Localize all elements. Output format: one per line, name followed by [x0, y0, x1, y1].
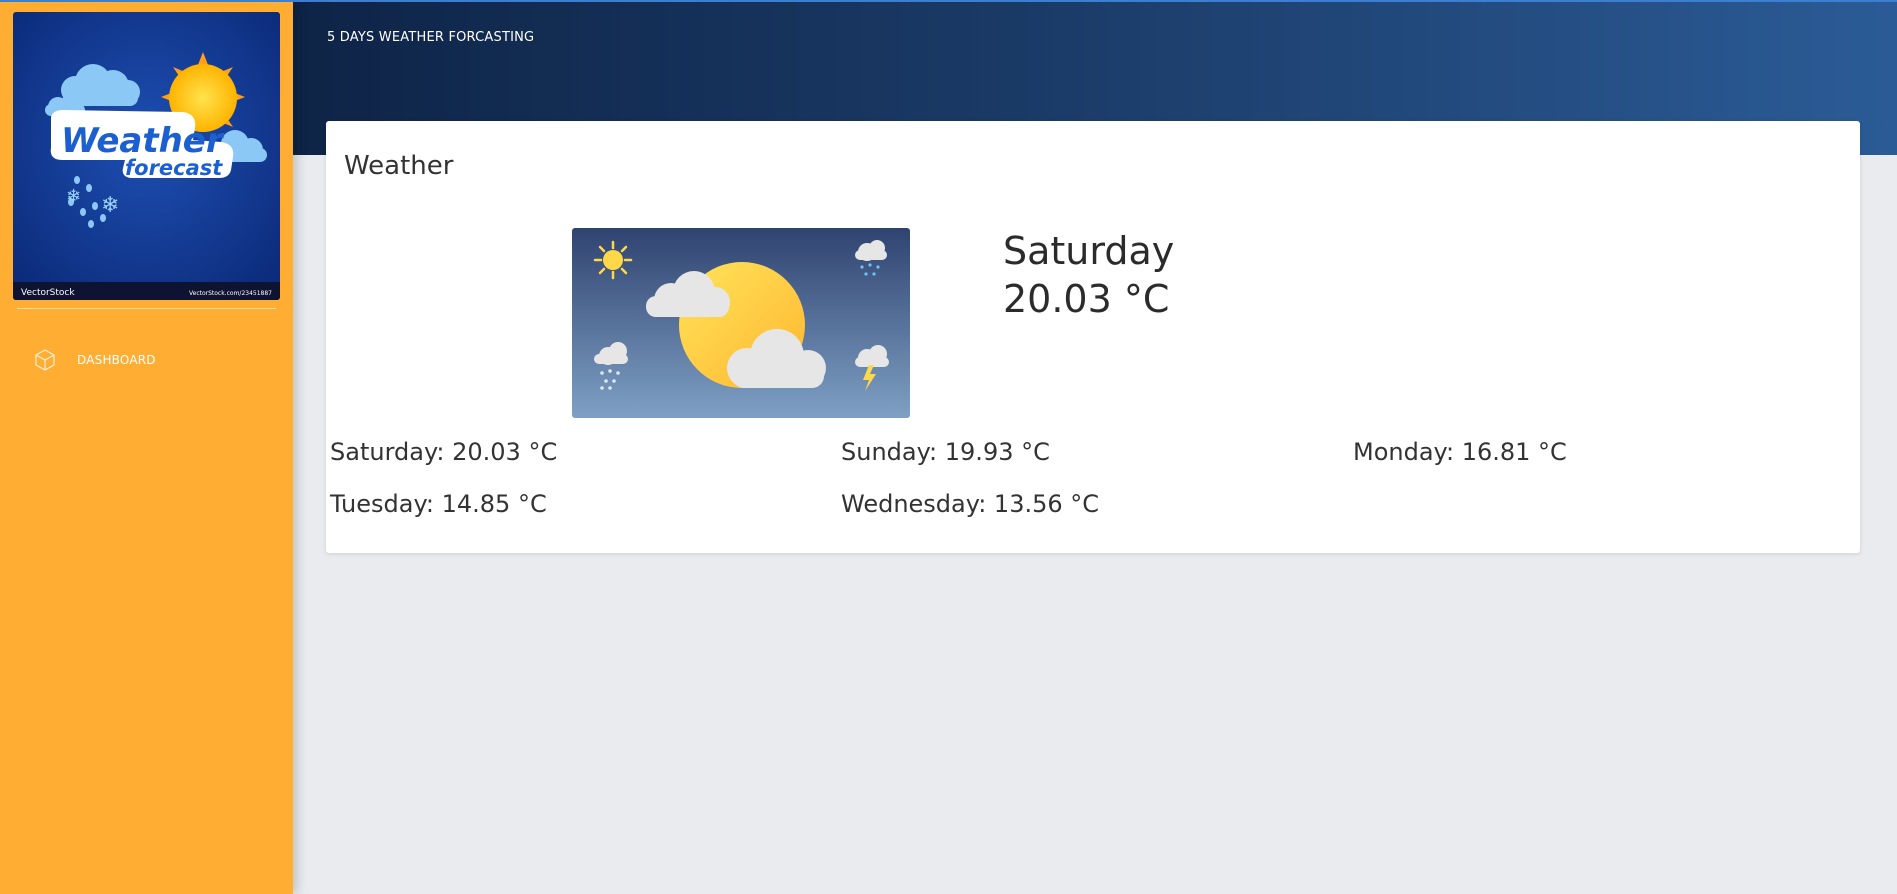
forecast-item: Saturday: 20.03 °C [330, 438, 558, 466]
vectorstock-url: VectorStock.com/23451887 [189, 290, 272, 297]
forecast-item: Wednesday: 13.56 °C [841, 490, 1100, 518]
sidebar-item-label: DASHBOARD [77, 353, 156, 367]
current-temperature: 20.03 °C [1003, 277, 1170, 321]
svg-text:forecast: forecast [125, 156, 223, 180]
weather-card: Weather Saturday 20.03 °C Saturday: 20.0… [326, 121, 1860, 553]
forecast-item: Sunday: 19.93 °C [841, 438, 1050, 466]
forecast-item: Tuesday: 14.85 °C [330, 490, 547, 518]
vectorstock-brand: VectorStock [21, 288, 75, 298]
current-weather: Saturday 20.03 °C [1003, 227, 1174, 323]
sidebar-item-dashboard[interactable]: DASHBOARD [30, 346, 270, 374]
forecast-item: Monday: 16.81 °C [1353, 438, 1567, 466]
forecast-list: Saturday: 20.03 °C Sunday: 19.93 °C Mond… [330, 435, 1860, 521]
cube-icon [30, 346, 60, 374]
weather-forecast-logo: Weather forecast ❄ ❄ VectorStock VectorS… [13, 12, 280, 300]
svg-text:❄: ❄ [66, 186, 81, 207]
sidebar-divider [17, 308, 276, 309]
svg-text:Weather: Weather [61, 121, 225, 161]
card-title: Weather [344, 151, 454, 181]
sidebar: Weather forecast ❄ ❄ VectorStock VectorS… [0, 0, 293, 894]
top-accent-line [0, 0, 1897, 2]
current-day: Saturday [1003, 229, 1175, 273]
svg-text:❄: ❄ [101, 193, 119, 218]
weather-illustration [572, 228, 910, 418]
page-title: 5 DAYS WEATHER FORCASTING [327, 30, 535, 45]
